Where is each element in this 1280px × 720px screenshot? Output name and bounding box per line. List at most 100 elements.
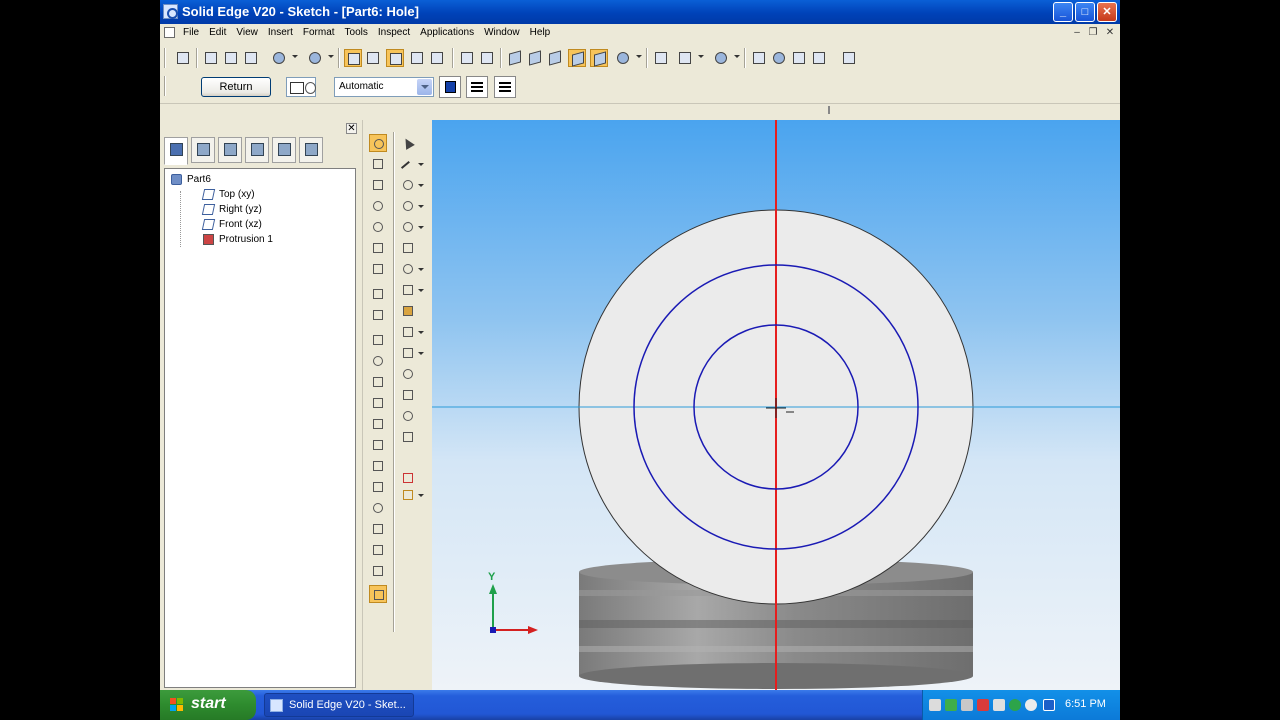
menu-window[interactable]: Window (481, 27, 527, 38)
sketch-plane-icon[interactable] (364, 49, 382, 67)
tab-feature-library[interactable] (218, 137, 242, 163)
menu-edit[interactable]: Edit (206, 27, 233, 38)
maintain-relationships-icon[interactable] (369, 562, 387, 580)
document-icon[interactable] (164, 27, 175, 38)
offset-icon[interactable] (369, 239, 387, 257)
offset-tool-icon[interactable] (399, 386, 417, 404)
sketch-view-icon[interactable] (344, 49, 362, 67)
relationship-handles-icon[interactable] (369, 585, 387, 603)
menu-inspect[interactable]: Inspect (375, 27, 417, 38)
menu-help[interactable]: Help (527, 27, 558, 38)
render-icon[interactable] (614, 49, 632, 67)
tab-sensors[interactable] (272, 137, 296, 163)
symmetric-icon[interactable] (369, 541, 387, 559)
return-button[interactable]: Return (201, 77, 271, 97)
update-icon[interactable] (1025, 699, 1037, 711)
tab-feature-playback[interactable] (299, 137, 323, 163)
pan-icon[interactable] (810, 49, 828, 67)
line-type-icon[interactable] (466, 76, 488, 98)
sketch-color-icon[interactable] (399, 486, 424, 504)
close-icon[interactable]: ✕ (346, 123, 357, 134)
menu-tools[interactable]: Tools (342, 27, 375, 38)
circle-tool-icon[interactable] (369, 218, 387, 236)
security-icon[interactable] (977, 699, 989, 711)
fill-tool-icon[interactable] (399, 302, 417, 320)
lock-icon[interactable] (369, 457, 387, 475)
hole-circle-icon[interactable] (369, 134, 387, 152)
intersection-point-icon[interactable] (399, 407, 417, 425)
horizontal-vertical-icon[interactable] (369, 373, 387, 391)
tangent-icon[interactable] (369, 499, 387, 517)
collinear-icon[interactable] (369, 394, 387, 412)
redo-icon[interactable] (306, 49, 324, 67)
circle-center-icon[interactable] (399, 218, 424, 236)
include-tool-icon[interactable] (399, 365, 417, 383)
help-pointer-icon[interactable] (840, 49, 858, 67)
named-views-icon[interactable] (676, 49, 694, 67)
copy-icon[interactable] (222, 49, 240, 67)
display-icon[interactable] (712, 49, 730, 67)
gear-icon[interactable] (369, 197, 387, 215)
save-icon[interactable] (174, 49, 192, 67)
undo-icon[interactable] (270, 49, 288, 67)
chevron-down-icon[interactable] (417, 79, 432, 95)
parallel-icon[interactable] (369, 415, 387, 433)
menu-insert[interactable]: Insert (265, 27, 300, 38)
zoom-area-icon[interactable] (750, 49, 768, 67)
dimension-icon[interactable] (369, 285, 387, 303)
volume-icon[interactable] (993, 699, 1005, 711)
curve-tool-icon[interactable] (399, 176, 424, 194)
smart-dimension-icon[interactable] (369, 306, 387, 324)
menu-view[interactable]: View (233, 27, 265, 38)
close-button[interactable]: ✕ (1097, 2, 1117, 22)
trim-tool-icon[interactable] (399, 281, 424, 299)
taskbar-item-solid-edge[interactable]: Solid Edge V20 - Sket... (264, 693, 414, 717)
color-fill-icon[interactable] (439, 76, 461, 98)
sketch-options-dropdown[interactable] (286, 77, 316, 97)
view-front-icon[interactable] (478, 49, 496, 67)
cut-icon[interactable] (202, 49, 220, 67)
scale-tool-icon[interactable] (399, 344, 424, 362)
display-tray-icon[interactable] (1043, 699, 1055, 711)
maximize-button[interactable]: □ (1075, 2, 1095, 22)
doc-restore-button[interactable]: ❐ (1086, 27, 1100, 40)
sketch-canvas[interactable]: Y (432, 120, 1120, 690)
minimize-button[interactable]: _ (1053, 2, 1073, 22)
tray-app-icon[interactable] (961, 699, 973, 711)
iso-view-icon[interactable] (506, 49, 524, 67)
shaded-icon[interactable] (568, 49, 586, 67)
arc-tool-icon[interactable] (399, 197, 424, 215)
zoom-icon[interactable] (770, 49, 788, 67)
connect-icon[interactable] (369, 331, 387, 349)
mirror-icon[interactable] (369, 260, 387, 278)
grid-icon[interactable] (408, 49, 426, 67)
construction-icon[interactable] (399, 469, 417, 487)
messenger-icon[interactable] (1009, 699, 1021, 711)
mode-select[interactable]: Automatic (334, 77, 434, 97)
select-arrow-icon[interactable] (399, 134, 417, 152)
network-icon[interactable] (929, 699, 941, 711)
line-width-icon[interactable] (494, 76, 516, 98)
select-sketch-icon[interactable] (386, 49, 404, 67)
antivirus-icon[interactable] (945, 699, 957, 711)
title-bar[interactable]: Solid Edge V20 - Sketch - [Part6: Hole] … (160, 0, 1120, 24)
relationship-icon[interactable] (428, 49, 446, 67)
rigid-set-icon[interactable] (369, 478, 387, 496)
shaded-edges-icon[interactable] (590, 49, 608, 67)
project-icon[interactable] (369, 155, 387, 173)
sketch-graphics[interactable]: Y (432, 120, 1120, 690)
point-tool-icon[interactable] (399, 428, 417, 446)
dimetric-view-icon[interactable] (526, 49, 544, 67)
equal-icon[interactable] (369, 520, 387, 538)
tab-layers[interactable] (191, 137, 215, 163)
line-tool-icon[interactable] (399, 155, 424, 176)
perpendicular-icon[interactable] (369, 436, 387, 454)
solid-edge-app-icon[interactable] (163, 4, 178, 19)
tab-feature-pathfinder[interactable] (164, 137, 188, 165)
trimetric-view-icon[interactable] (546, 49, 564, 67)
fit-icon[interactable] (790, 49, 808, 67)
menu-file[interactable]: File (180, 27, 206, 38)
doc-minimize-button[interactable]: – (1070, 27, 1084, 40)
menu-format[interactable]: Format (300, 27, 342, 38)
tab-family-of-parts[interactable] (245, 137, 269, 163)
